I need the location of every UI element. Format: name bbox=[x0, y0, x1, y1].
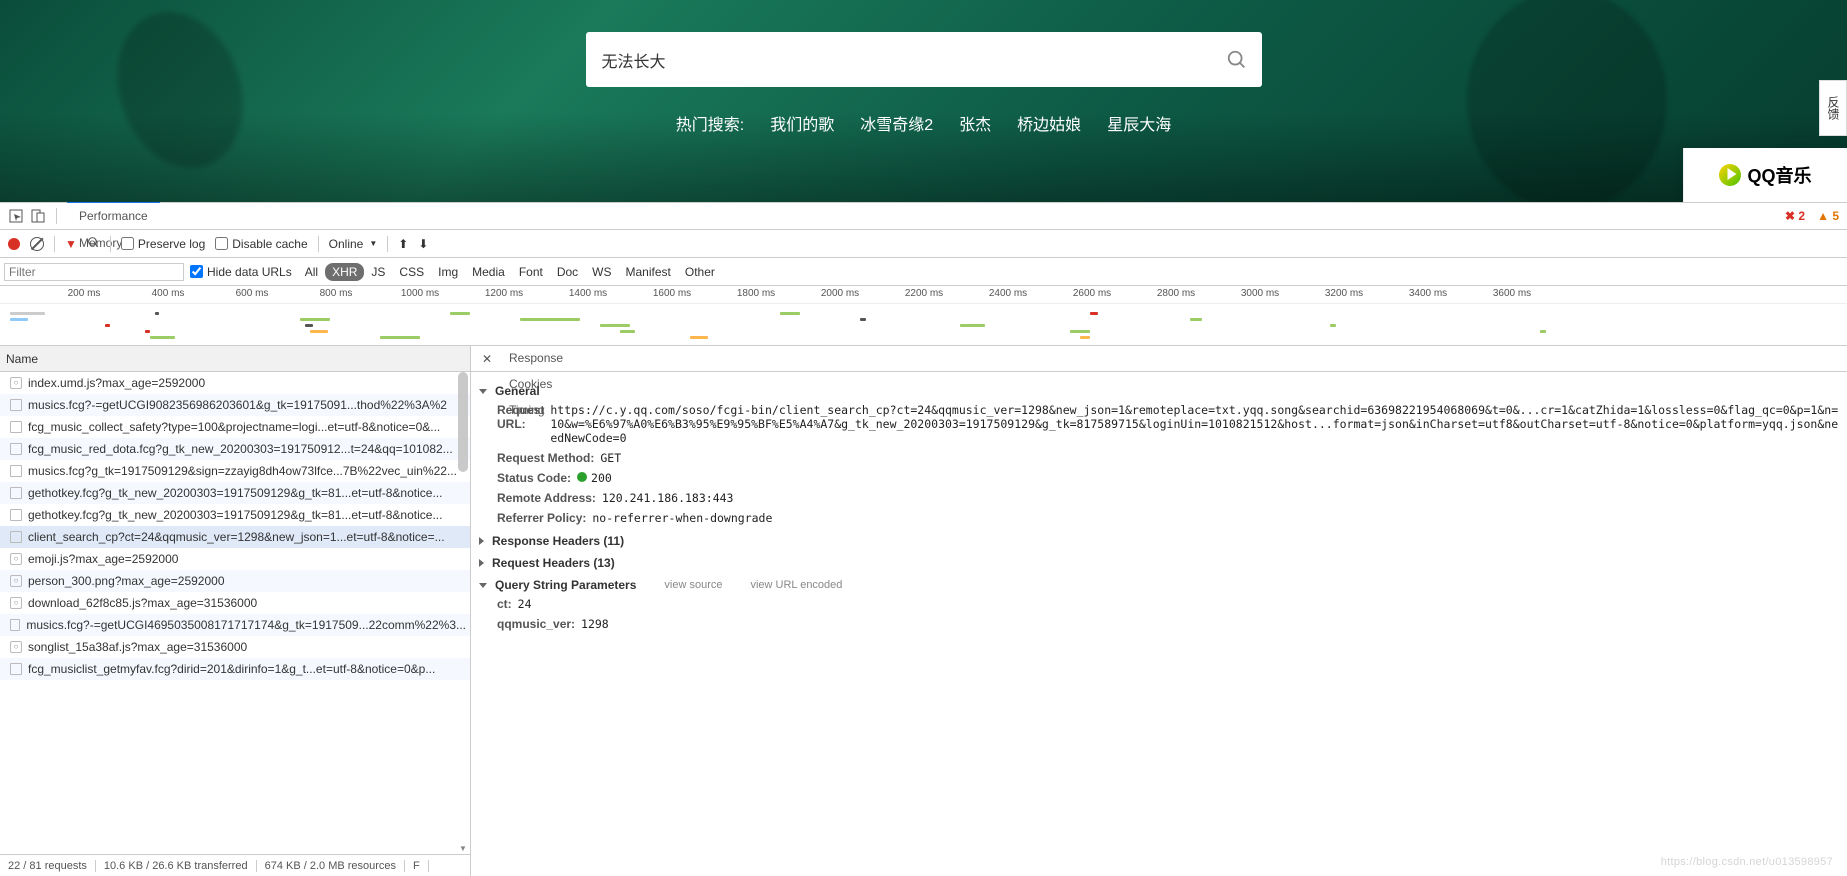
search-input[interactable] bbox=[602, 51, 1208, 69]
search-icon[interactable] bbox=[1226, 49, 1248, 71]
network-filter-bar: Hide data URLs AllXHRJSCSSImgMediaFontDo… bbox=[0, 258, 1847, 286]
close-icon[interactable]: ✕ bbox=[477, 352, 497, 366]
request-list: Name ○index.umd.js?max_age=2592000musics… bbox=[0, 346, 471, 876]
request-row[interactable]: fcg_music_red_dota.fcg?g_tk_new_20200303… bbox=[0, 438, 470, 460]
js-icon: ○ bbox=[10, 553, 22, 565]
clear-icon[interactable] bbox=[30, 237, 44, 251]
network-timeline[interactable]: 200 ms400 ms600 ms800 ms1000 ms1200 ms14… bbox=[0, 286, 1847, 346]
request-row[interactable]: ○download_62f8c85.js?max_age=31536000 bbox=[0, 592, 470, 614]
scroll-down-icon[interactable]: ▼ bbox=[457, 844, 469, 854]
hero-banner: 热门搜索: 我们的歌 冰雪奇缘2 张杰 桥边姑娘 星辰大海 反馈 QQ音乐 bbox=[0, 0, 1847, 202]
inspect-icon[interactable] bbox=[8, 208, 24, 224]
query-string-section: Query String Parameters view source view… bbox=[479, 576, 1839, 634]
upload-icon[interactable]: ⬆ bbox=[398, 237, 408, 251]
filter-icon[interactable]: ▼ bbox=[65, 237, 77, 251]
doc-icon bbox=[10, 531, 22, 543]
doc-icon bbox=[10, 465, 22, 477]
request-list-header[interactable]: Name bbox=[0, 346, 470, 372]
type-pill-xhr[interactable]: XHR bbox=[325, 263, 364, 281]
detail-tab-response[interactable]: Response bbox=[497, 345, 575, 371]
type-pill-font[interactable]: Font bbox=[512, 263, 550, 281]
hot-item[interactable]: 星辰大海 bbox=[1107, 111, 1171, 135]
hot-search-label: 热门搜索: bbox=[676, 111, 744, 135]
general-section: General Request URL:https://c.y.qq.com/s… bbox=[479, 382, 1839, 528]
network-toolbar: ▼ Preserve log Disable cache Online▼ ⬆ ⬇ bbox=[0, 230, 1847, 258]
throttling-select[interactable]: Online▼ bbox=[329, 237, 378, 251]
doc-icon bbox=[10, 421, 22, 433]
js-icon: ○ bbox=[10, 377, 22, 389]
type-pill-css[interactable]: CSS bbox=[392, 263, 431, 281]
detail-tabs: ✕ HeadersPreviewResponseCookiesTiming bbox=[471, 346, 1847, 372]
preserve-log-checkbox[interactable]: Preserve log bbox=[121, 237, 205, 251]
music-note-icon bbox=[1719, 164, 1741, 186]
warning-badge[interactable]: ▲ 5 bbox=[1817, 209, 1839, 223]
request-row[interactable]: fcg_musiclist_getmyfav.fcg?dirid=201&dir… bbox=[0, 658, 470, 680]
disable-cache-checkbox[interactable]: Disable cache bbox=[215, 237, 307, 251]
search-icon[interactable] bbox=[87, 236, 100, 252]
device-toggle-icon[interactable] bbox=[30, 208, 46, 224]
scrollbar[interactable]: ▲ ▼ bbox=[456, 372, 470, 854]
request-row[interactable]: gethotkey.fcg?g_tk_new_20200303=19175091… bbox=[0, 504, 470, 526]
download-icon[interactable]: ⬇ bbox=[418, 237, 428, 251]
request-headers-section: Request Headers (13) bbox=[479, 554, 1839, 572]
request-row[interactable]: ○songlist_15a38af.js?max_age=31536000 bbox=[0, 636, 470, 658]
request-row[interactable]: client_search_cp?ct=24&qqmusic_ver=1298&… bbox=[0, 526, 470, 548]
doc-icon bbox=[10, 619, 20, 631]
doc-icon bbox=[10, 509, 22, 521]
js-icon: ○ bbox=[10, 641, 22, 653]
request-row[interactable]: musics.fcg?-=getUCGI9082356986203601&g_t… bbox=[0, 394, 470, 416]
hot-item[interactable]: 我们的歌 bbox=[770, 111, 834, 135]
request-row[interactable]: musics.fcg?g_tk=1917509129&sign=zzayig8d… bbox=[0, 460, 470, 482]
js-icon: ○ bbox=[10, 575, 22, 587]
type-pill-doc[interactable]: Doc bbox=[550, 263, 585, 281]
devtools-panel: ElementsConsoleSourcesNetworkPerformance… bbox=[0, 202, 1847, 876]
type-pill-img[interactable]: Img bbox=[431, 263, 465, 281]
filter-input[interactable] bbox=[4, 263, 184, 281]
error-badge[interactable]: ✖ 2 bbox=[1785, 209, 1805, 223]
request-detail: ✕ HeadersPreviewResponseCookiesTiming Ge… bbox=[471, 346, 1847, 876]
hot-item[interactable]: 桥边姑娘 bbox=[1017, 111, 1081, 135]
search-box[interactable] bbox=[586, 32, 1262, 87]
request-row[interactable]: ○person_300.png?max_age=2592000 bbox=[0, 570, 470, 592]
js-icon: ○ bbox=[10, 597, 22, 609]
request-row[interactable]: musics.fcg?-=getUCGI4695035008171717174&… bbox=[0, 614, 470, 636]
type-pill-ws[interactable]: WS bbox=[585, 263, 618, 281]
doc-icon bbox=[10, 399, 22, 411]
watermark-url: https://blog.csdn.net/u013598957 bbox=[1661, 856, 1833, 868]
request-row[interactable]: fcg_music_collect_safety?type=100&projec… bbox=[0, 416, 470, 438]
type-pill-media[interactable]: Media bbox=[465, 263, 512, 281]
scroll-thumb[interactable] bbox=[458, 372, 468, 472]
feedback-tab[interactable]: 反馈 bbox=[1819, 80, 1847, 136]
tab-performance[interactable]: Performance bbox=[67, 202, 160, 229]
hot-search-row: 热门搜索: 我们的歌 冰雪奇缘2 张杰 桥边姑娘 星辰大海 bbox=[676, 111, 1171, 135]
type-pill-all[interactable]: All bbox=[298, 263, 325, 281]
type-pill-js[interactable]: JS bbox=[364, 263, 392, 281]
doc-icon bbox=[10, 443, 22, 455]
request-list-footer: 22 / 81 requests 10.6 KB / 26.6 KB trans… bbox=[0, 854, 470, 876]
type-pill-manifest[interactable]: Manifest bbox=[619, 263, 678, 281]
hot-item[interactable]: 张杰 bbox=[959, 111, 991, 135]
hot-item[interactable]: 冰雪奇缘2 bbox=[860, 111, 933, 135]
qqmusic-logo[interactable]: QQ音乐 bbox=[1683, 148, 1847, 202]
request-row[interactable]: gethotkey.fcg?g_tk_new_20200303=19175091… bbox=[0, 482, 470, 504]
request-row[interactable]: ○index.umd.js?max_age=2592000 bbox=[0, 372, 470, 394]
devtools-tabs: ElementsConsoleSourcesNetworkPerformance… bbox=[0, 203, 1847, 230]
response-headers-section: Response Headers (11) bbox=[479, 532, 1839, 550]
type-pill-other[interactable]: Other bbox=[678, 263, 722, 281]
hide-data-urls-checkbox[interactable]: Hide data URLs bbox=[190, 265, 292, 279]
record-icon[interactable] bbox=[8, 238, 20, 250]
doc-icon bbox=[10, 487, 22, 499]
request-row[interactable]: ○emoji.js?max_age=2592000 bbox=[0, 548, 470, 570]
doc-icon bbox=[10, 663, 22, 675]
